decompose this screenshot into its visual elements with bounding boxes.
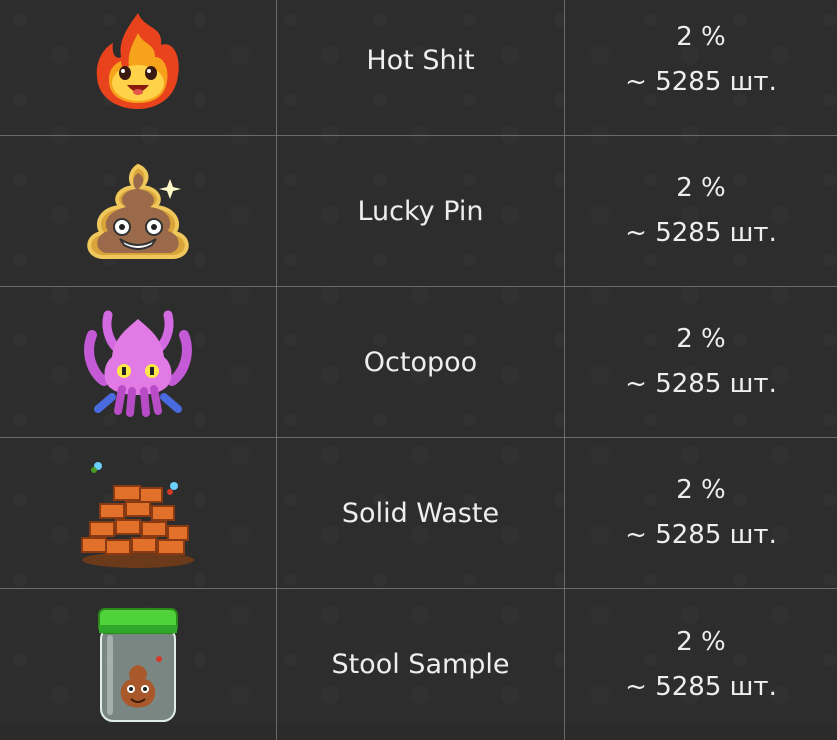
glitter-poop-icon [87,163,189,259]
item-name: Octopoo [277,287,565,437]
table-row: Octopoo 2 % ~ 5285 шт. [0,287,837,438]
drop-amount: ~ 5285 шт. [625,218,777,248]
item-image-cell [0,136,277,286]
jar-icon [98,607,178,722]
item-name: Hot Shit [277,0,565,135]
drop-amount: ~ 5285 шт. [625,369,777,399]
item-stats: 2 % ~ 5285 шт. [565,438,837,588]
drop-percent: 2 % [676,475,726,505]
drop-percent: 2 % [676,22,726,52]
brick-pile-icon [81,461,194,568]
reward-table: Hot Shit 2 % ~ 5285 шт. Lucky Pin 2 % ~ … [0,0,837,740]
item-image-cell [0,438,277,588]
table-row: Lucky Pin 2 % ~ 5285 шт. [0,136,837,287]
item-stats: 2 % ~ 5285 шт. [565,589,837,740]
item-name: Stool Sample [277,589,565,740]
drop-percent: 2 % [676,324,726,354]
drop-percent: 2 % [676,173,726,203]
item-image-cell [0,0,277,135]
item-stats: 2 % ~ 5285 шт. [565,0,837,135]
table-row: Solid Waste 2 % ~ 5285 шт. [0,438,837,589]
item-stats: 2 % ~ 5285 шт. [565,136,837,286]
drop-amount: ~ 5285 шт. [625,520,777,550]
drop-percent: 2 % [676,626,726,657]
table-row: Hot Shit 2 % ~ 5285 шт. [0,0,837,136]
octopus-icon [84,310,192,417]
item-name: Lucky Pin [277,136,565,286]
item-name: Solid Waste [277,438,565,588]
item-stats: 2 % ~ 5285 шт. [565,287,837,437]
drop-amount: ~ 5285 шт. [625,671,777,702]
drop-amount: ~ 5285 шт. [625,67,777,97]
item-image-cell [0,287,277,437]
item-image-cell [0,589,277,740]
fire-blob-icon [96,13,179,109]
table-row: Stool Sample 2 % ~ 5285 шт. [0,589,837,740]
